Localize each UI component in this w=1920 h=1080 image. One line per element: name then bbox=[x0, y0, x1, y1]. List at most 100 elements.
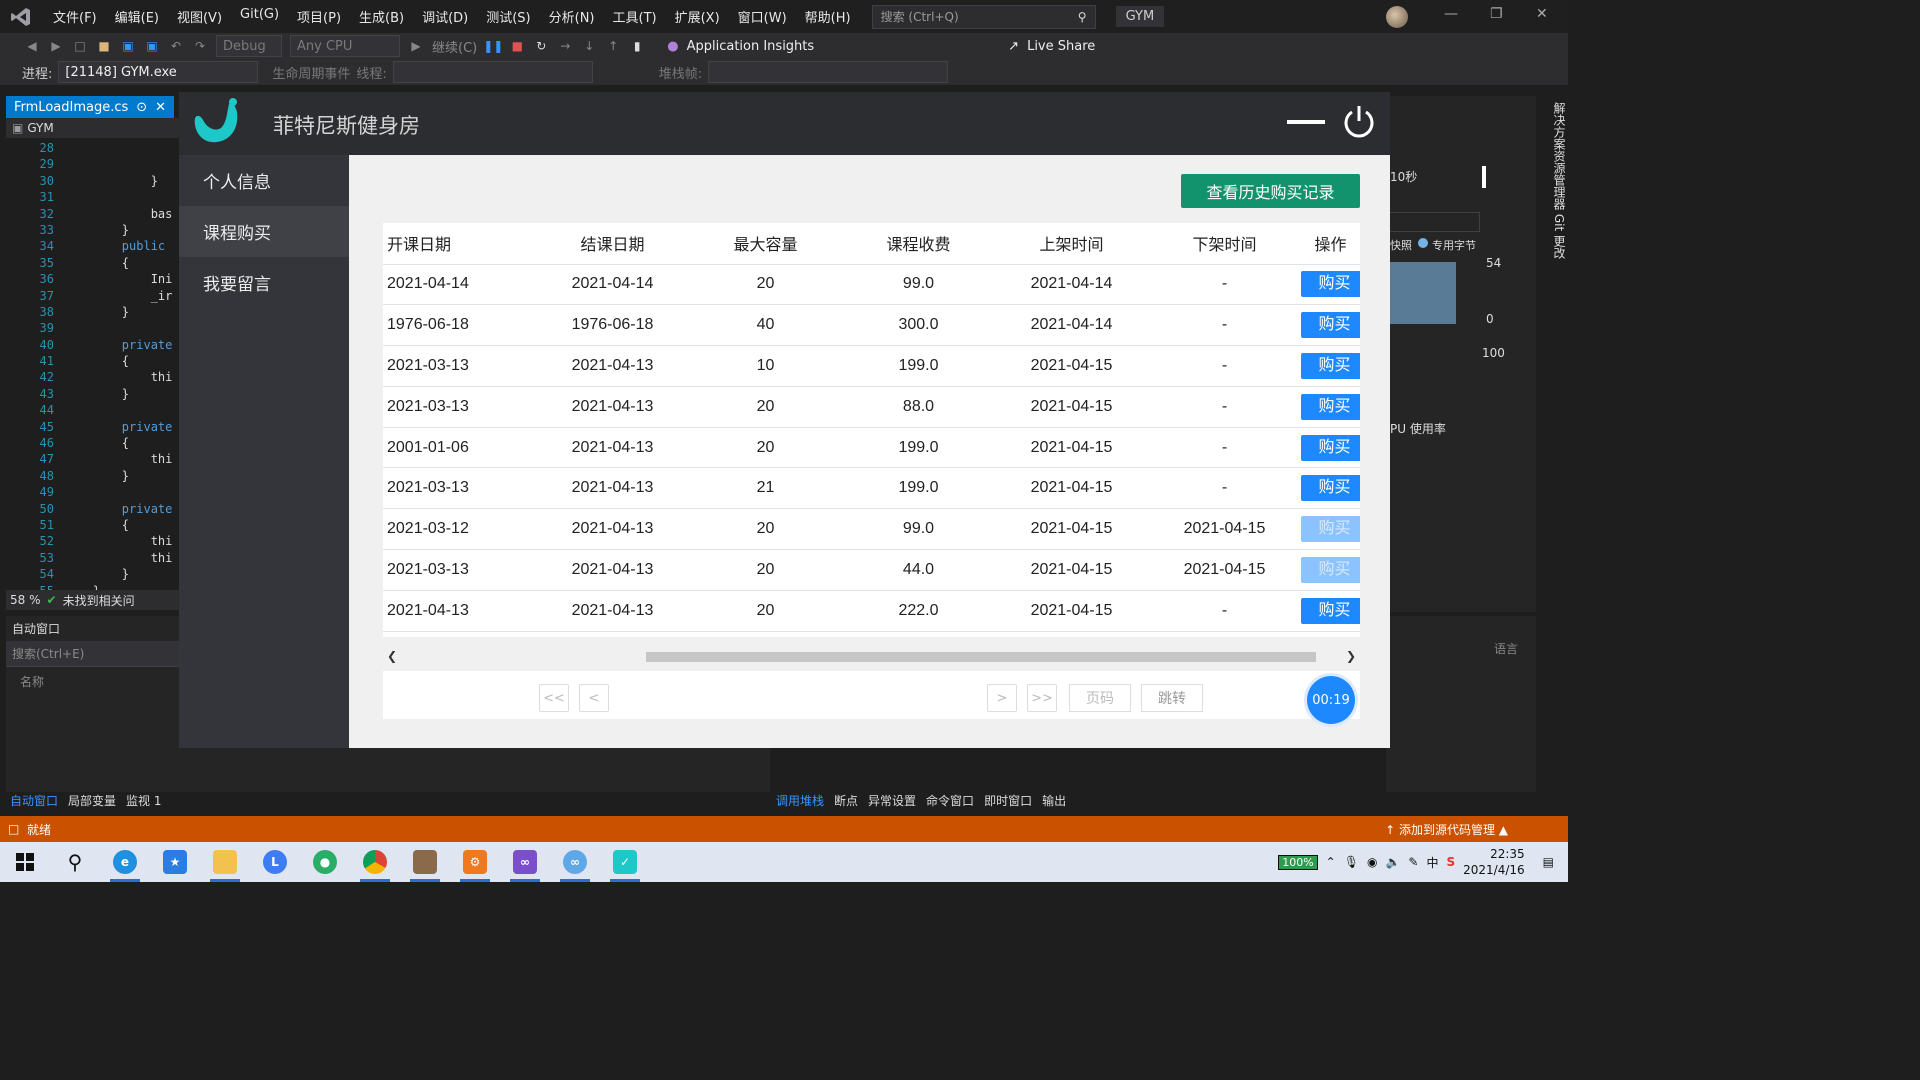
chevron-up-icon[interactable]: ⌃ bbox=[1326, 855, 1336, 869]
code-line[interactable]: private bbox=[64, 419, 173, 435]
language-column[interactable]: 语言 bbox=[1494, 640, 1518, 657]
menu-item[interactable]: 编辑(E) bbox=[106, 7, 168, 26]
code-line[interactable]: thi bbox=[64, 369, 173, 385]
config-select[interactable]: Debug bbox=[216, 35, 282, 57]
menu-item[interactable]: 分析(N) bbox=[540, 7, 604, 26]
menu-item[interactable]: 测试(S) bbox=[477, 7, 539, 26]
column-header[interactable]: 结课日期 bbox=[536, 223, 689, 265]
stack-frame-select[interactable] bbox=[708, 61, 949, 83]
scroll-left-icon[interactable]: ❮ bbox=[387, 649, 397, 663]
live-share-button[interactable]: Live Share bbox=[1027, 39, 1095, 54]
chrome-app[interactable] bbox=[350, 842, 400, 882]
buy-button[interactable]: 购买 bbox=[1301, 516, 1360, 543]
menu-item[interactable]: 项目(P) bbox=[288, 7, 350, 26]
bottom-tab[interactable]: 监视 1 bbox=[126, 792, 161, 810]
bottom-tab[interactable]: 断点 bbox=[834, 792, 858, 810]
menu-item[interactable]: 视图(V) bbox=[168, 7, 231, 26]
tab-frmloadimage[interactable]: FrmLoadImage.cs ⊙ ✕ bbox=[6, 96, 175, 118]
code-line[interactable] bbox=[64, 484, 172, 500]
open-icon[interactable]: ■ bbox=[96, 38, 112, 54]
forward-icon[interactable]: ▶ bbox=[48, 38, 64, 54]
start-button[interactable] bbox=[0, 842, 50, 882]
platform-select[interactable]: Any CPU bbox=[290, 35, 400, 57]
buy-button[interactable]: 购买 bbox=[1301, 352, 1360, 379]
add-to-source-control[interactable]: ↑ 添加到源代码管理 ▲ bbox=[1385, 821, 1508, 838]
visual-studio-logo-icon[interactable] bbox=[8, 4, 34, 30]
app-loop[interactable]: ∞ bbox=[550, 842, 600, 882]
last-page-button[interactable]: >> bbox=[1027, 684, 1057, 712]
next-page-button[interactable]: > bbox=[987, 684, 1017, 712]
process-select[interactable]: [21148] GYM.exe bbox=[58, 61, 259, 83]
sogou-icon[interactable]: S bbox=[1446, 855, 1455, 869]
code-line[interactable]: thi bbox=[64, 550, 173, 566]
code-line[interactable]: _ir bbox=[64, 288, 173, 304]
continue-icon[interactable]: ▶ bbox=[408, 38, 424, 54]
volume-icon[interactable]: 🔈 bbox=[1385, 855, 1400, 869]
microphone-icon[interactable]: 🎙 bbox=[1344, 855, 1359, 869]
prev-page-button[interactable]: < bbox=[579, 684, 609, 712]
edge-app[interactable]: e bbox=[100, 842, 150, 882]
code-line[interactable]: thi bbox=[64, 533, 173, 549]
continue-button[interactable]: 继续(C) bbox=[432, 37, 477, 56]
save-all-icon[interactable]: ▣ bbox=[144, 38, 160, 54]
step-out-icon[interactable]: ↑ bbox=[605, 38, 621, 54]
stop-icon[interactable]: ■ bbox=[509, 38, 525, 54]
code-line[interactable]: public bbox=[64, 238, 172, 254]
horizontal-scrollbar[interactable]: ❮ ❯ bbox=[383, 649, 1360, 665]
step-icon[interactable]: → bbox=[557, 38, 573, 54]
pause-icon[interactable]: ❚❚ bbox=[483, 38, 503, 54]
sidebar-item[interactable]: 课程购买 bbox=[179, 206, 349, 257]
bottom-tab[interactable]: 输出 bbox=[1042, 792, 1066, 810]
column-header[interactable]: 上架时间 bbox=[995, 223, 1148, 265]
bookmark-icon[interactable]: ▮ bbox=[629, 38, 645, 54]
bottom-tab[interactable]: 即时窗口 bbox=[984, 792, 1032, 810]
right-vertical-tabs[interactable]: 解决方案资源管理器 Git 更改 bbox=[1540, 96, 1568, 296]
application-insights-button[interactable]: Application Insights bbox=[687, 39, 815, 54]
code-line[interactable]: } bbox=[64, 566, 172, 582]
menu-item[interactable]: 扩展(X) bbox=[666, 7, 729, 26]
menu-item[interactable]: 窗口(W) bbox=[729, 7, 796, 26]
app-star[interactable]: ★ bbox=[150, 842, 200, 882]
new-item-icon[interactable]: □ bbox=[72, 38, 88, 54]
column-header[interactable]: 最大容量 bbox=[689, 223, 842, 265]
buy-button[interactable]: 购买 bbox=[1301, 312, 1360, 339]
editor-project-nav[interactable]: ▣ GYM bbox=[6, 118, 182, 138]
column-header[interactable]: 下架时间 bbox=[1148, 223, 1301, 265]
buy-button[interactable]: 购买 bbox=[1301, 393, 1360, 420]
code-line[interactable] bbox=[64, 402, 172, 418]
close-tab-icon[interactable]: ✕ bbox=[155, 100, 166, 115]
issues-text[interactable]: 未找到相关问 bbox=[63, 592, 135, 609]
bottom-tab[interactable]: 调用堆栈 bbox=[776, 792, 824, 810]
scrollbar-thumb[interactable] bbox=[646, 652, 1316, 662]
code-line[interactable]: } bbox=[64, 304, 172, 320]
app-clock[interactable]: L bbox=[250, 842, 300, 882]
battery-icon[interactable]: 100% bbox=[1278, 854, 1318, 870]
photo-app[interactable] bbox=[400, 842, 450, 882]
page-number-input[interactable]: 页码 bbox=[1069, 684, 1131, 712]
diag-search-box[interactable] bbox=[1386, 212, 1480, 232]
code-line[interactable]: } bbox=[64, 222, 172, 238]
wechat-app[interactable]: ● bbox=[300, 842, 350, 882]
column-header[interactable]: 操作 bbox=[1301, 223, 1360, 265]
search-taskbar-button[interactable]: ⚲ bbox=[50, 842, 100, 882]
visual-studio-app[interactable]: ∞ bbox=[500, 842, 550, 882]
diag-timeline-marker[interactable] bbox=[1482, 166, 1486, 188]
code-line[interactable] bbox=[64, 156, 172, 172]
code-line[interactable]: bas bbox=[64, 206, 173, 222]
code-line[interactable]: { bbox=[64, 353, 172, 369]
avatar[interactable] bbox=[1386, 6, 1408, 28]
zoom-level[interactable]: 58 % bbox=[10, 593, 41, 607]
power-icon[interactable] bbox=[1341, 104, 1377, 140]
bottom-tab[interactable]: 自动窗口 bbox=[10, 792, 58, 810]
code-line[interactable]: Ini bbox=[64, 271, 173, 287]
buy-button[interactable]: 购买 bbox=[1301, 271, 1360, 298]
buy-button[interactable]: 购买 bbox=[1301, 434, 1360, 461]
ime-indicator[interactable]: 中 bbox=[1426, 854, 1438, 871]
minimize-icon[interactable]: — bbox=[1444, 6, 1458, 22]
orange-app[interactable]: ⚙ bbox=[450, 842, 500, 882]
back-icon[interactable]: ◀ bbox=[24, 38, 40, 54]
restart-icon[interactable]: ↻ bbox=[533, 38, 549, 54]
sidebar-item[interactable]: 我要留言 bbox=[179, 257, 349, 308]
vs-search-box[interactable]: 搜索 (Ctrl+Q) ⚲ bbox=[871, 4, 1096, 29]
code-editor[interactable]: ▣ GYM 28 29 30 31 32 33 34 35 36 37 38 39 40 41 42 43 44… bbox=[6, 118, 182, 598]
